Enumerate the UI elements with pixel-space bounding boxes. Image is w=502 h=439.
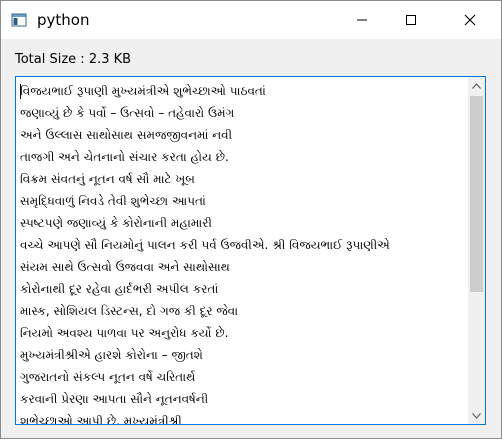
minimize-button[interactable]	[339, 1, 385, 39]
total-size-label: Total Size : 2.3 KB	[15, 52, 132, 67]
text-line: નિયમો અવશ્ય પાળવા પર અનુરોધ કર્યો છે.	[20, 326, 229, 340]
maximize-icon	[406, 15, 416, 25]
text-line: કરવાની પ્રેરણા આપતા સૌને નૂતનવર્ષની	[20, 392, 209, 406]
scroll-up-arrow-icon	[472, 82, 481, 89]
text-line: તાજગી અને ચેતનાનો સંચાર કરતા હોય છે.	[20, 150, 229, 164]
text-line: સમૃદ્ધિવાળું નિવડે તેવી શુભેચ્છા આપતાં	[20, 194, 206, 208]
text-line: અને ઉલ્લાસ સાથોસાથ સમજજીવનમાં નવી	[20, 128, 233, 142]
minimize-icon	[357, 19, 367, 21]
scroll-down-button[interactable]	[468, 407, 485, 424]
text-line: મુખ્યમંત્રીશ્રીએ હારશે કોરોના – જીતશે	[20, 348, 203, 362]
text-line: સ્પષ્ટપણે જણાવ્યું કે કોરોનાની મહામારી	[20, 216, 212, 230]
text-line: વિક્રમ સંવતનું નૂતન વર્ષ સૌ માટે ખૂબ	[20, 172, 195, 186]
text-line: વિજયભાઈ રૂપાણી મુખ્યમંત્રીએ શુભેચ્છાઓ પા…	[20, 84, 266, 98]
app-window: python Total Size : 2.3 KB વિજયભાઈ રૂપાણ…	[0, 0, 502, 439]
text-line: જણાવ્યું છે કે પર્વો – ઉત્સવો – તહેવારો …	[20, 106, 235, 120]
window-title: python	[37, 11, 90, 29]
close-icon	[464, 14, 476, 26]
window-app-icon	[11, 13, 27, 27]
text-line: કોરોનાથી દૂર રહેવા હાર્દભરી અપીલ કરતાં	[20, 282, 219, 296]
scroll-down-arrow-icon	[472, 412, 481, 419]
text-line: માસ્ક, સોશિયલ ડિસ્ટન્સ, દો ગજ કી દૂર જેવ…	[20, 304, 239, 318]
title-bar[interactable]: python	[1, 1, 501, 39]
text-line: સંયમ સાથે ઉત્સવો ઉજવવા અને સાથોસાથ	[20, 260, 230, 274]
text-content[interactable]: વિજયભાઈ રૂપાણી મુખ્યમંત્રીએ શુભેચ્છાઓ પા…	[20, 80, 466, 425]
text-line: વચ્ચે આપણે સૌ નિયમોનું પાલન કરી પર્વ ઉજવ…	[20, 238, 390, 252]
maximize-button[interactable]	[388, 1, 434, 39]
vertical-scrollbar[interactable]	[468, 77, 485, 424]
scroll-up-button[interactable]	[468, 77, 485, 94]
close-button[interactable]	[447, 1, 493, 39]
text-area[interactable]: વિજયભાઈ રૂપાણી મુખ્યમંત્રીએ શુભેચ્છાઓ પા…	[15, 76, 486, 425]
text-line: શુભેચ્છાઓ આપી છે. મુખ્યમંત્રીશ્રી	[20, 414, 182, 425]
scroll-thumb[interactable]	[470, 96, 483, 292]
text-line: ગુજરાતનો સંકલ્પ નૂતન વર્ષે ચરિતાર્થ	[20, 370, 196, 384]
